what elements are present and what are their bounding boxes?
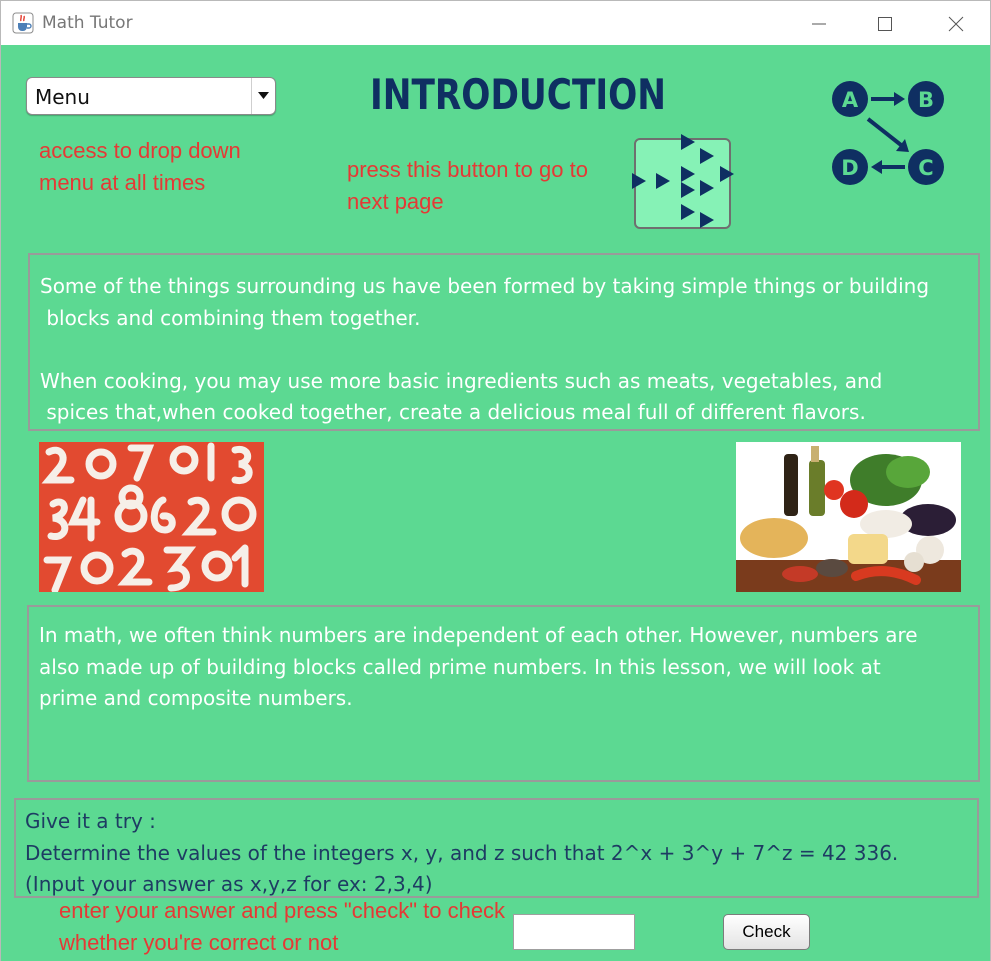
check-button[interactable]: Check bbox=[723, 914, 810, 950]
close-icon bbox=[948, 16, 964, 31]
flowchart-icon: A B C D bbox=[832, 81, 944, 185]
next-button-hint: press this button to go to next page bbox=[347, 157, 588, 214]
menu-dropdown[interactable]: Menu bbox=[26, 77, 276, 115]
page-title: INTRODUCTION bbox=[370, 70, 666, 117]
answer-input[interactable] bbox=[513, 914, 635, 950]
dropdown-arrow-icon bbox=[258, 92, 269, 99]
page-title-text: INTRODUCTION bbox=[370, 70, 666, 117]
minimize-icon bbox=[812, 23, 826, 24]
ingredients-photo bbox=[736, 442, 961, 592]
flow-node-a: A bbox=[842, 88, 859, 112]
ingredients-photo-graphic bbox=[736, 442, 961, 592]
maximize-button[interactable] bbox=[856, 1, 914, 46]
maximize-icon bbox=[878, 16, 892, 31]
answer-hint: enter your answer and press "check" to c… bbox=[59, 898, 506, 955]
math-text-area[interactable]: In math, we often think numbers are inde… bbox=[27, 605, 980, 782]
flow-node-b: B bbox=[918, 88, 934, 112]
numbers-photo-graphic bbox=[39, 442, 264, 592]
next-arrows-icon bbox=[632, 134, 734, 228]
title-bar: Math Tutor bbox=[0, 0, 991, 45]
window-title: Math Tutor bbox=[42, 13, 133, 33]
flow-node-c: C bbox=[918, 156, 933, 180]
dropdown-arrow-button[interactable] bbox=[251, 78, 275, 114]
numbers-photo bbox=[39, 442, 264, 592]
close-button[interactable] bbox=[927, 1, 985, 46]
menu-hint: access to drop down menu at all times bbox=[39, 138, 241, 195]
java-cup-icon bbox=[12, 12, 34, 34]
practice-question: Give it a try : Determine the values of … bbox=[14, 798, 979, 898]
next-page-button[interactable] bbox=[632, 134, 734, 229]
minimize-button[interactable] bbox=[790, 1, 848, 46]
menu-selected-value: Menu bbox=[35, 85, 90, 109]
intro-text-area[interactable]: Some of the things surrounding us have b… bbox=[28, 253, 980, 431]
lesson-panel: Menu access to drop down menu at all tim… bbox=[0, 45, 991, 961]
flow-node-d: D bbox=[841, 156, 858, 180]
